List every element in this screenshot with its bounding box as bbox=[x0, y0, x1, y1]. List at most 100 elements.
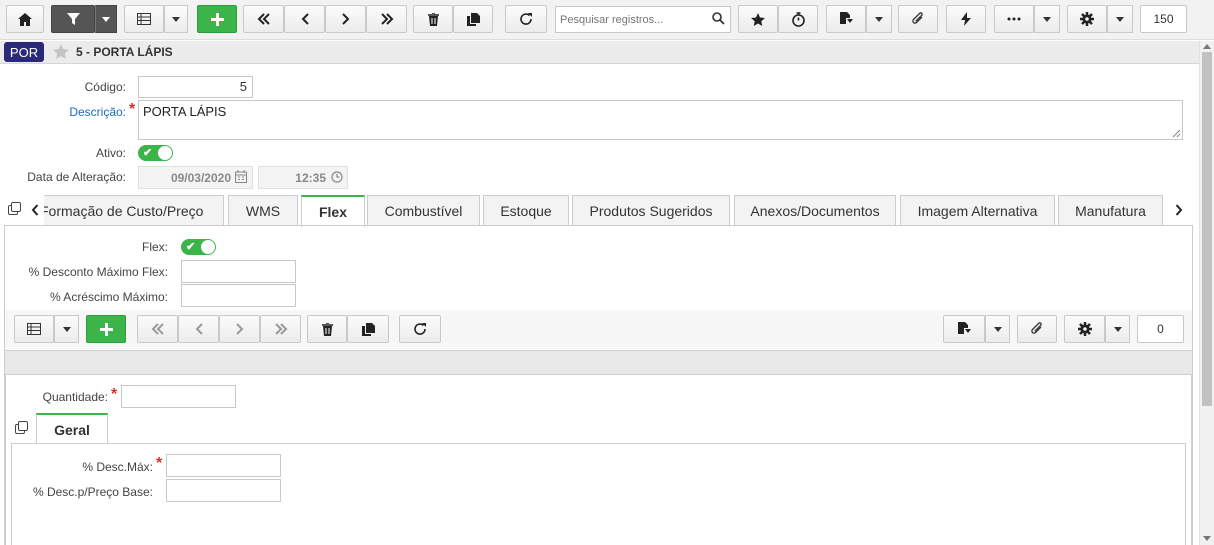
desc-preco-base-label: % Desc.p/Preço Base: bbox=[32, 485, 153, 499]
sub-settings-dropdown[interactable] bbox=[1105, 315, 1130, 343]
bolt-icon bbox=[961, 12, 971, 26]
next-record-button[interactable] bbox=[325, 5, 366, 33]
sub-record-count-box[interactable]: 0 bbox=[1137, 315, 1184, 343]
report-button[interactable] bbox=[826, 5, 866, 33]
data-alteracao-value: 09/03/2020 bbox=[170, 170, 231, 185]
tab-label: Estoque bbox=[500, 203, 552, 219]
scroll-down-arrow[interactable] bbox=[1203, 536, 1211, 541]
desc-max-required-marker: * bbox=[156, 455, 163, 472]
tab-formacao-custo[interactable]: Formação de Custo/Preço bbox=[44, 195, 224, 226]
more-dropdown[interactable] bbox=[1034, 5, 1060, 33]
grid-view-button[interactable] bbox=[124, 5, 164, 33]
quantidade-field[interactable] bbox=[121, 385, 236, 408]
tab-geral-label: Geral bbox=[54, 421, 90, 438]
favorite-button[interactable] bbox=[738, 5, 778, 33]
search-icon[interactable] bbox=[712, 12, 725, 25]
tab-anexos-documentos[interactable]: Anexos/Documentos bbox=[734, 195, 896, 226]
paperclip-icon bbox=[1031, 322, 1042, 334]
sub-delete-button[interactable] bbox=[307, 315, 347, 343]
descricao-label[interactable]: Descrição: bbox=[20, 105, 126, 119]
delete-button[interactable] bbox=[413, 5, 453, 33]
tab-imagem-alternativa[interactable]: Imagem Alternativa bbox=[900, 195, 1055, 226]
flex-label: Flex: bbox=[141, 240, 168, 254]
actions-button[interactable] bbox=[946, 5, 986, 33]
scroll-up-arrow[interactable] bbox=[1203, 44, 1211, 49]
refresh-button[interactable] bbox=[505, 5, 547, 33]
grid-icon bbox=[27, 323, 41, 335]
sub-record-count: 0 bbox=[1157, 322, 1164, 336]
codigo-label: Código: bbox=[84, 80, 126, 94]
tab-label: Flex bbox=[318, 204, 347, 220]
favorite-star-icon[interactable] bbox=[53, 44, 69, 59]
star-icon bbox=[751, 12, 765, 26]
attachment-button[interactable] bbox=[898, 5, 938, 33]
record-count-box[interactable]: 150 bbox=[1140, 5, 1187, 33]
table-badge: POR bbox=[4, 42, 44, 62]
first-record-button[interactable] bbox=[243, 5, 284, 33]
desc-preco-base-field[interactable] bbox=[166, 479, 281, 502]
calendar-icon bbox=[235, 170, 247, 183]
tab-combustivel[interactable]: Combustível bbox=[367, 195, 480, 226]
tabs-scroll-left-icon[interactable] bbox=[31, 204, 39, 216]
codigo-value: 5 bbox=[239, 79, 247, 94]
search-input[interactable] bbox=[555, 6, 731, 33]
detach-tabs-icon[interactable] bbox=[8, 202, 22, 216]
tab-geral[interactable]: Geral bbox=[36, 413, 108, 444]
double-chevron-left-icon bbox=[257, 13, 270, 25]
flex-toggle[interactable]: ✔ bbox=[181, 239, 216, 255]
data-alteracao-label: Data de Alteração: bbox=[27, 170, 126, 184]
copy-button[interactable] bbox=[453, 5, 493, 33]
copy-icon bbox=[466, 12, 480, 26]
settings-button[interactable] bbox=[1067, 5, 1107, 33]
last-record-button[interactable] bbox=[366, 5, 407, 33]
acrescimo-maximo-field[interactable] bbox=[181, 284, 296, 307]
codigo-field[interactable]: 5 bbox=[138, 76, 253, 98]
tab-produtos-sugeridos[interactable]: Produtos Sugeridos bbox=[572, 195, 730, 226]
report-icon bbox=[839, 12, 853, 24]
hora-alteracao-value: 12:35 bbox=[295, 170, 326, 185]
timer-button[interactable] bbox=[778, 5, 818, 33]
descricao-value: PORTA LÁPIS bbox=[143, 104, 227, 119]
report-dropdown[interactable] bbox=[866, 5, 892, 33]
settings-dropdown[interactable] bbox=[1107, 5, 1133, 33]
previous-record-button[interactable] bbox=[284, 5, 325, 33]
tabs-scroll-right-icon[interactable] bbox=[1175, 204, 1183, 216]
filter-button[interactable] bbox=[51, 5, 95, 33]
sub-copy-button[interactable] bbox=[347, 315, 389, 343]
sub-refresh-button[interactable] bbox=[399, 315, 441, 343]
sub-report-button[interactable] bbox=[943, 315, 985, 343]
descricao-field[interactable]: PORTA LÁPIS bbox=[138, 100, 1183, 140]
stopwatch-icon bbox=[791, 11, 805, 27]
sub-grid-view-dropdown[interactable] bbox=[54, 315, 79, 343]
home-button[interactable] bbox=[6, 5, 44, 33]
ativo-toggle[interactable]: ✔ bbox=[138, 145, 173, 161]
grid-view-dropdown[interactable] bbox=[164, 5, 188, 33]
sub-add-button[interactable] bbox=[86, 315, 126, 343]
resize-handle-icon[interactable] bbox=[1172, 129, 1181, 138]
tab-label: Imagem Alternativa bbox=[917, 203, 1038, 219]
clock-icon bbox=[331, 171, 343, 183]
sub-attachment-button[interactable] bbox=[1017, 315, 1057, 343]
filter-dropdown[interactable] bbox=[95, 5, 117, 33]
detach-subtabs-icon[interactable] bbox=[15, 421, 29, 435]
tab-wms[interactable]: WMS bbox=[228, 195, 298, 226]
trash-icon bbox=[427, 12, 439, 26]
tab-flex[interactable]: Flex bbox=[301, 195, 365, 227]
sub-settings-button[interactable] bbox=[1064, 315, 1105, 343]
add-record-button[interactable] bbox=[197, 5, 237, 33]
more-button[interactable] bbox=[994, 5, 1034, 33]
scrollbar-thumb[interactable] bbox=[1202, 52, 1212, 406]
sub-report-dropdown[interactable] bbox=[985, 315, 1010, 343]
tab-manufatura[interactable]: Manufatura bbox=[1058, 195, 1163, 226]
record-header bbox=[0, 41, 1199, 64]
trash-icon bbox=[321, 322, 333, 336]
desc-max-field[interactable] bbox=[166, 454, 281, 477]
plus-icon bbox=[210, 12, 224, 26]
tab-estoque[interactable]: Estoque bbox=[483, 195, 569, 226]
double-chevron-right-icon bbox=[274, 323, 287, 335]
tab-label: Anexos/Documentos bbox=[750, 203, 880, 219]
sub-grid-view-button[interactable] bbox=[14, 315, 54, 343]
double-chevron-right-icon bbox=[380, 13, 393, 25]
desconto-maximo-flex-field[interactable] bbox=[181, 260, 296, 283]
chevron-left-icon bbox=[301, 13, 309, 25]
